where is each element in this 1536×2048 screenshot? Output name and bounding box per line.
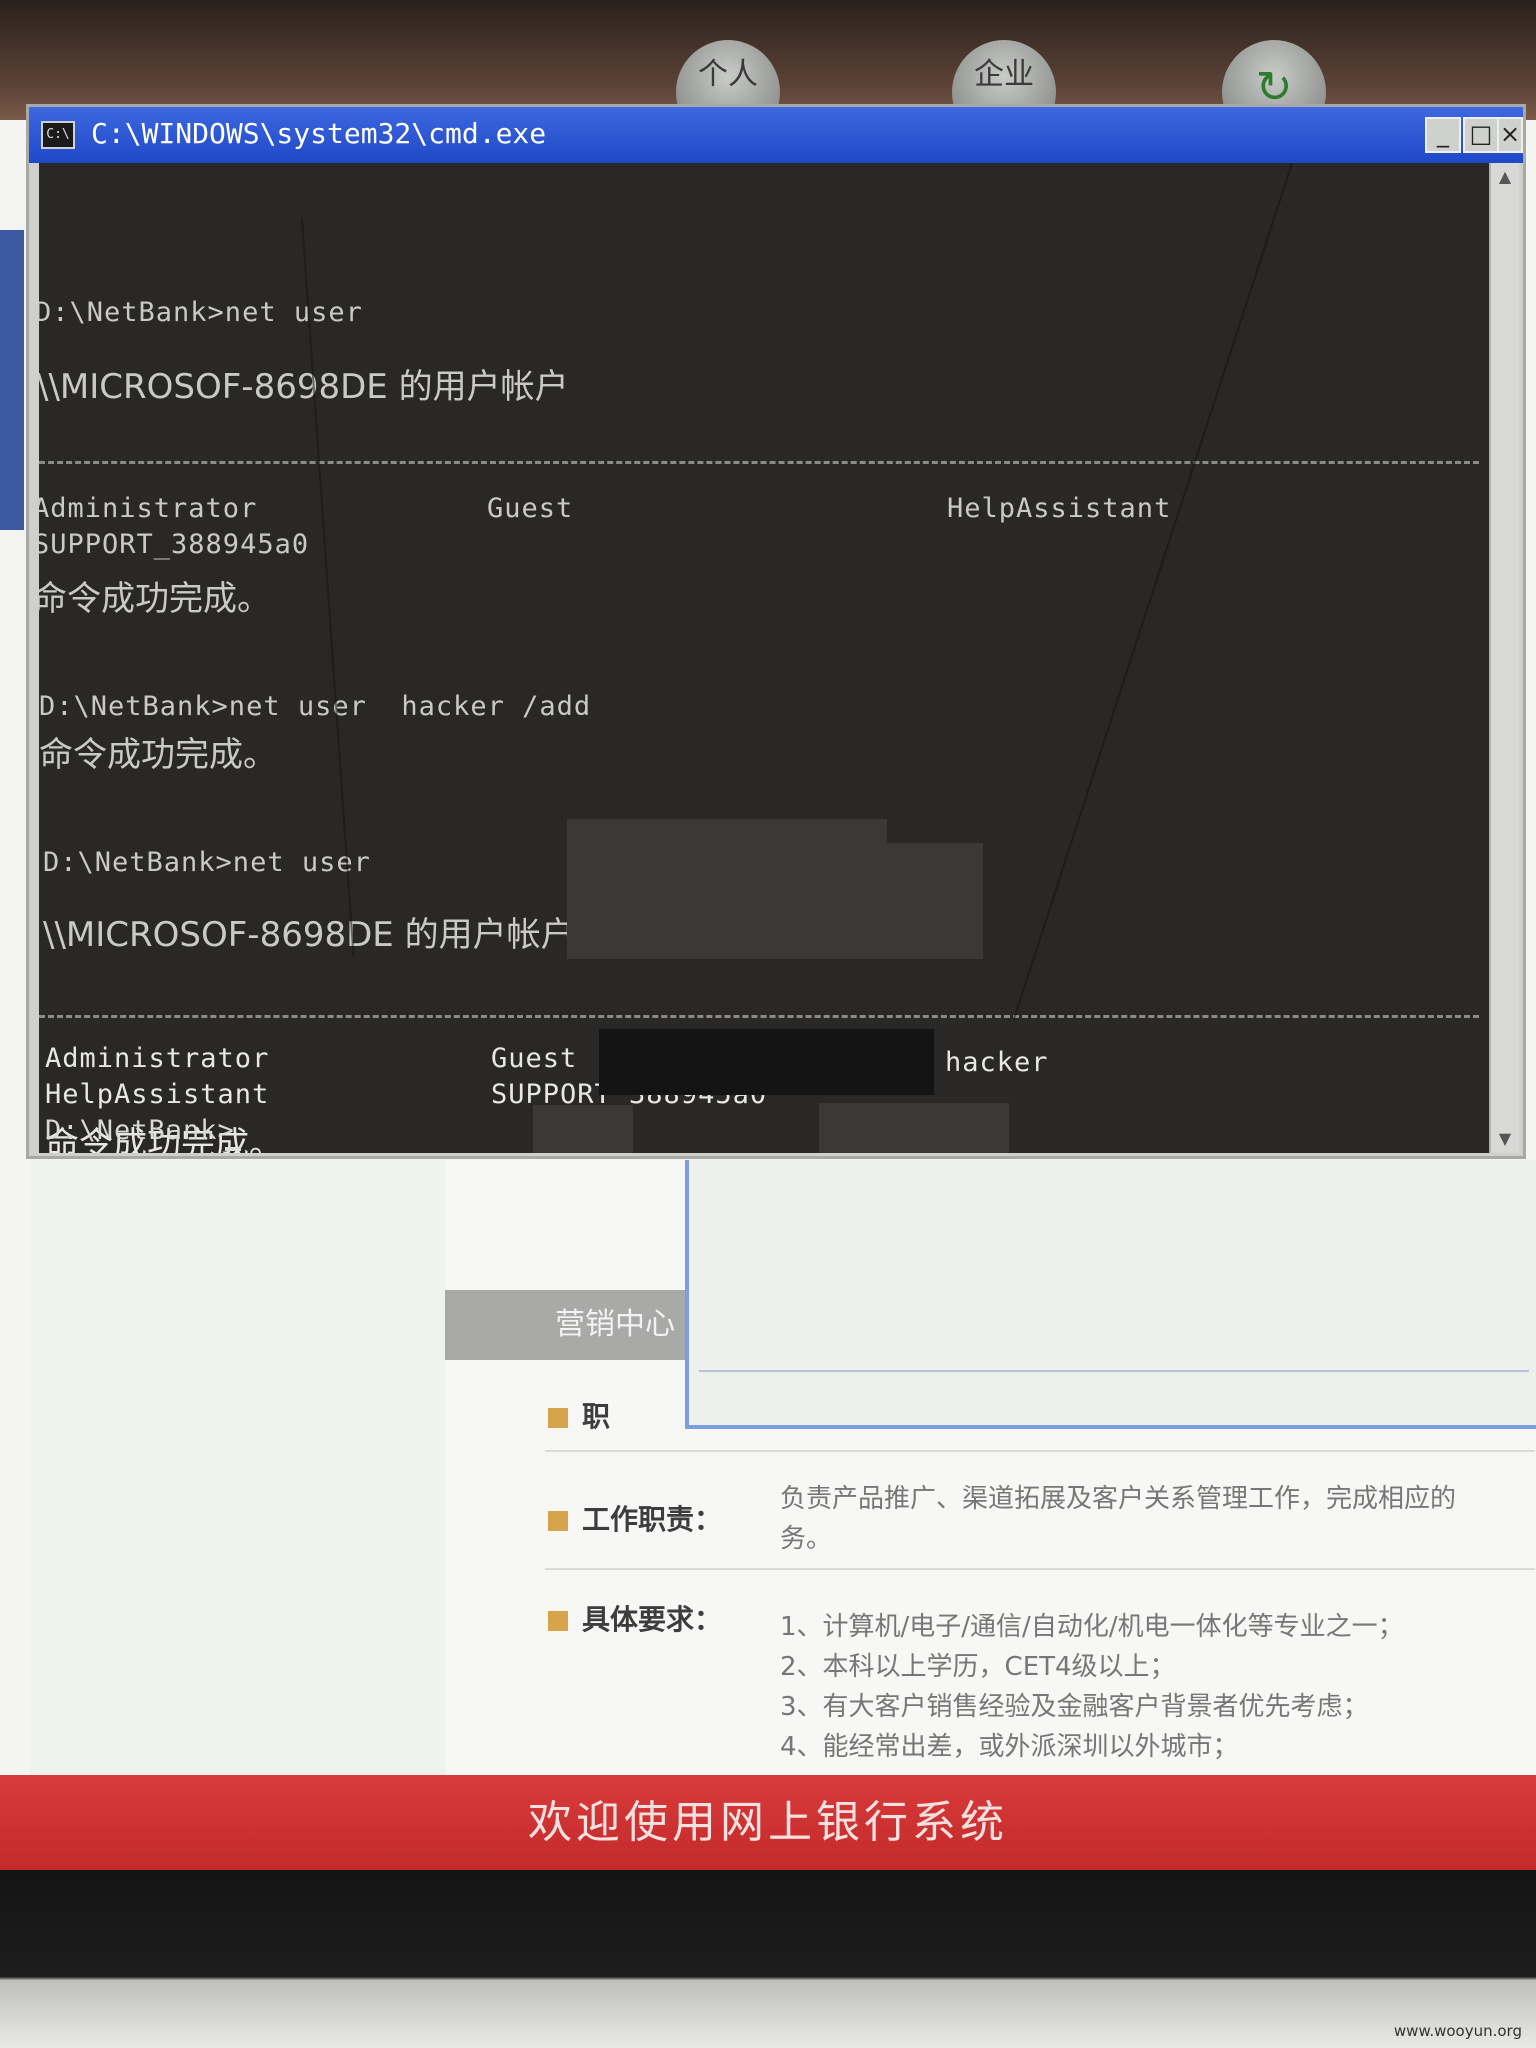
cmd-titlebar[interactable]: C:\ C:\WINDOWS\system32\cmd.exe _ □ × (29, 107, 1523, 163)
console-line: D:\NetBank>net user (43, 847, 371, 878)
console-line: 命令成功完成。 (39, 735, 277, 775)
job-duties-label: 工作职责： (582, 1503, 723, 1536)
screen-reflection-line (1012, 163, 1293, 1020)
job-requirements-label: 具体要求： (582, 1603, 723, 1636)
job-row-duties: 工作职责： (548, 1498, 722, 1538)
maximize-button[interactable]: □ (1463, 117, 1499, 153)
bullet-icon (548, 1511, 568, 1531)
bullet-icon (548, 1408, 568, 1428)
console-user-cell: SUPPORT_388945a0 (39, 529, 310, 560)
console-user-cell: Guest (487, 493, 574, 524)
cmd-window[interactable]: C:\ C:\WINDOWS\system32\cmd.exe _ □ × D:… (26, 104, 1526, 1159)
minimize-button[interactable]: _ (1425, 117, 1461, 153)
console-prompt[interactable]: D:\NetBank> (45, 1115, 235, 1146)
monitor-bezel: www.wooyun.org (0, 1870, 1536, 2048)
console-user-cell: Administrator (45, 1043, 270, 1074)
console-line: \\MICROSOF-8698DE 的用户帐户 (39, 367, 569, 407)
job-row-position: 职 (548, 1395, 610, 1435)
requirement-item: 1、计算机/电子/通信/自动化/机电一体化等专业之一； (780, 1612, 1404, 1642)
redaction-block (599, 1029, 934, 1095)
bullet-icon (548, 1611, 568, 1631)
cmd-window-title: C:\WINDOWS\system32\cmd.exe (91, 117, 547, 150)
console-line: D:\NetBank>net user hacker /add (39, 691, 592, 722)
console-user-cell: hacker (945, 1047, 1049, 1078)
job-row-requirements: 具体要求： (548, 1598, 722, 1638)
redaction-block (533, 1105, 633, 1153)
watermark: www.wooyun.org (1393, 2022, 1522, 2040)
inner-popup-window (685, 1160, 1536, 1429)
cmd-app-icon: C:\ (41, 121, 75, 149)
requirement-item: 4、能经常出差，或外派深圳以外城市； (780, 1732, 1239, 1762)
job-duties-text-cont: 务。 (780, 1524, 833, 1554)
job-duties-text: 负责产品推广、渠道拓展及客户关系管理工作，完成相应的 (780, 1484, 1457, 1514)
console-line: 命令成功完成。 (39, 579, 271, 619)
cmd-scrollbar[interactable]: ▲ ▼ (1489, 163, 1519, 1153)
welcome-footer-banner: 欢迎使用网上银行系统 (0, 1775, 1536, 1870)
console-user-cell: HelpAssistant (45, 1079, 270, 1110)
console-output[interactable]: D:\NetBank>net user \\MICROSOF-8698DE 的用… (39, 163, 1489, 1153)
console-user-cell: HelpAssistant (947, 493, 1172, 524)
requirement-item: 3、有大客户销售经验及金融客户背景者优先考虑； (780, 1692, 1369, 1722)
popup-divider (699, 1370, 1529, 1372)
console-line: \\MICROSOF-8698DE 的用户帐户 (43, 915, 575, 955)
row-divider (545, 1450, 1535, 1452)
requirement-item: 2、本科以上学历，CET4级以上； (780, 1652, 1176, 1682)
job-position-label: 职 (582, 1400, 611, 1433)
redaction-block (567, 819, 887, 959)
close-button[interactable]: × (1497, 117, 1523, 153)
redaction-block (887, 843, 983, 959)
console-separator (39, 1015, 1479, 1018)
scroll-down-icon[interactable]: ▼ (1493, 1127, 1517, 1151)
console-user-cell: Administrator (39, 493, 258, 524)
left-edge-strip (0, 230, 24, 530)
top-bar: 个人 企业 ↻ (0, 0, 1536, 144)
console-user-cell: Guest (491, 1043, 578, 1074)
left-panel (30, 1160, 447, 1780)
row-divider (545, 1568, 1535, 1570)
text-cursor (225, 1147, 241, 1151)
scroll-up-icon[interactable]: ▲ (1493, 165, 1517, 189)
redaction-block (819, 1103, 1009, 1153)
console-separator (39, 461, 1479, 464)
marketing-center-tab[interactable]: 营销中心 (445, 1290, 695, 1360)
console-line: D:\NetBank>net user (39, 297, 363, 328)
